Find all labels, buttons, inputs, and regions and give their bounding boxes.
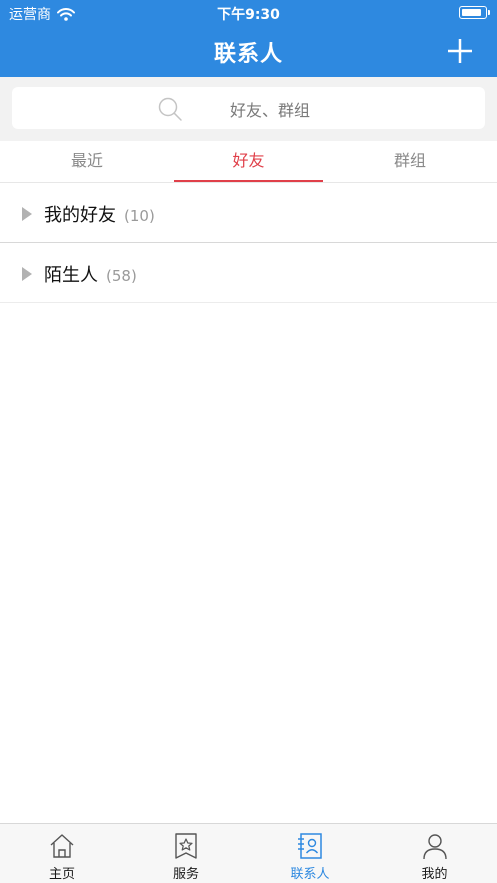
expand-arrow-icon — [22, 267, 32, 281]
search-area: 好友、群组 — [0, 77, 497, 141]
tab-groups[interactable]: 群组 — [335, 141, 485, 183]
tabbar-label: 服务 — [172, 867, 199, 882]
status-time: 下午9:30 — [217, 7, 280, 23]
contacts-icon — [298, 833, 322, 859]
add-contact-button[interactable] — [445, 36, 475, 66]
status-bar: 运营商 下午9:30 — [0, 0, 497, 26]
person-icon — [422, 834, 447, 860]
bottom-tab-bar: 主页 服务 联系人 我的 — [0, 823, 497, 883]
battery-icon — [459, 6, 490, 19]
group-name: 陌生人 — [44, 265, 98, 286]
tab-friends[interactable]: 好友 — [174, 141, 323, 183]
group-count: (58) — [106, 267, 137, 285]
search-input[interactable]: 好友、群组 — [12, 87, 485, 129]
group-row-my-friends[interactable]: 我的好友 (10) — [0, 183, 497, 243]
plus-icon — [448, 39, 472, 63]
group-row-strangers[interactable]: 陌生人 (58) — [0, 243, 497, 303]
divider — [0, 302, 497, 303]
contact-tabs: 最近 好友 群组 — [0, 141, 497, 183]
tab-recent[interactable]: 最近 — [12, 141, 162, 183]
page-title: 联系人 — [213, 42, 283, 67]
expand-arrow-icon — [22, 207, 32, 221]
tabbar-item-home[interactable]: 主页 — [0, 824, 124, 883]
star-badge-icon — [175, 833, 197, 859]
group-name: 我的好友 — [44, 205, 116, 226]
tabbar-item-mine[interactable]: 我的 — [372, 824, 497, 883]
search-placeholder: 好友、群组 — [230, 101, 311, 120]
home-icon — [50, 834, 74, 858]
tabbar-label: 我的 — [421, 867, 448, 882]
battery-level — [462, 9, 481, 16]
header: 运营商 下午9:30 联系人 — [0, 0, 497, 77]
search-icon — [158, 97, 182, 121]
tabbar-item-service[interactable]: 服务 — [124, 824, 248, 883]
group-count: (10) — [124, 207, 155, 225]
tabbar-item-contacts[interactable]: 联系人 — [248, 824, 372, 883]
tabbar-label: 主页 — [48, 867, 75, 882]
active-tab-indicator — [174, 180, 323, 182]
contacts-screen: 运营商 下午9:30 联系人 好友、群组 最近 好友 群组 我的好友 (10) … — [0, 0, 497, 883]
tabbar-label: 联系人 — [290, 867, 330, 882]
